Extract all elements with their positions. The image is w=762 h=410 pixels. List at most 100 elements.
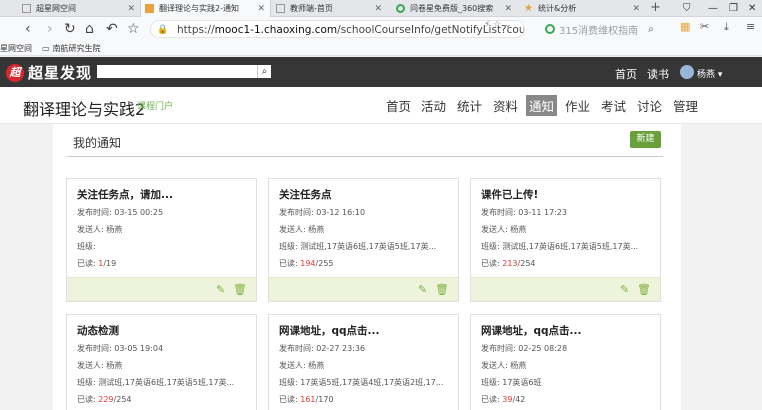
trash-icon[interactable]: 🗑 xyxy=(233,283,247,296)
page-icon xyxy=(276,4,285,13)
notice-time: 发布时间: 03-05 19:04 xyxy=(77,344,164,353)
notice-time: 发布时间: 03-11 17:23 xyxy=(481,208,568,217)
tab-homework[interactable]: 作业 xyxy=(565,96,590,115)
edit-icon[interactable]: ✎ xyxy=(418,283,427,296)
reload-icon[interactable]: ↻ xyxy=(64,21,76,37)
notice-card[interactable]: 关注任务点 发布时间: 03-12 16:10 发送人: 杨燕 班级: 测试班,… xyxy=(268,178,459,302)
notice-class: 班级: 测试班,17英语6班,17英语5班,17英... xyxy=(481,242,639,251)
site-header: 超 超星发现 ⌕ 首页 读书 杨燕 ▾ xyxy=(0,57,762,87)
notice-title[interactable]: 课件已上传! xyxy=(481,187,538,202)
tab-manage[interactable]: 管理 xyxy=(673,96,698,115)
tab-exam[interactable]: 考试 xyxy=(601,96,626,115)
notice-class: 班级: 测试班,17英语6班,17英语5班,17英... xyxy=(77,378,235,387)
notice-read: 已读: 194/255 xyxy=(279,259,334,268)
search-box[interactable]: 315消费维权指南 ⌕ xyxy=(545,20,670,38)
notice-title[interactable]: 网课地址，qq点击... xyxy=(279,323,380,338)
restore-icon[interactable]: ❐ xyxy=(729,0,738,17)
nav-reading[interactable]: 读书 xyxy=(647,66,669,82)
notice-card[interactable]: 动态检测 发布时间: 03-05 19:04 发送人: 杨燕 班级: 测试班,1… xyxy=(66,314,257,410)
notice-time: 发布时间: 02-25 08:28 xyxy=(481,344,568,353)
edit-icon[interactable]: ✎ xyxy=(620,283,629,296)
bookmark-item[interactable]: 南航研究生院 xyxy=(53,43,101,54)
card-footer: ✎ 🗑 xyxy=(269,277,458,301)
bookmark-item[interactable]: 星网空间 xyxy=(0,43,32,54)
notice-card[interactable]: 课件已上传! 发布时间: 03-11 17:23 发送人: 杨燕 班级: 测试班… xyxy=(470,178,661,302)
url-actions-icon[interactable]: ⚡ ☆ ⌄ xyxy=(484,20,512,30)
menu-icon[interactable]: ≡ xyxy=(746,20,755,33)
page-icon xyxy=(22,4,31,13)
notice-title[interactable]: 网课地址，qq点击... xyxy=(481,323,582,338)
close-window-icon[interactable]: ✕ xyxy=(748,0,756,17)
home-icon[interactable]: ⌂ xyxy=(85,21,94,37)
browser-tab-strip: 超星网空间 ✕ 翻译理论与实践2-通知 ✕ 教师端-首页 ✕ 问卷星免费版_36… xyxy=(0,0,762,17)
notice-class: 班级: 17英语5班,17英语4班,17英语2班,17... xyxy=(279,378,444,387)
browser-tab-2[interactable]: 翻译理论与实践2-通知 ✕ xyxy=(140,0,271,17)
lock-icon: 🔒 xyxy=(157,25,169,35)
close-icon[interactable]: ✕ xyxy=(127,4,135,14)
site-search-input[interactable] xyxy=(97,65,257,78)
browser-tab-3[interactable]: 教师端-首页 ✕ xyxy=(272,0,387,17)
notice-card[interactable]: 网课地址，qq点击... 发布时间: 02-25 08:28 发送人: 杨燕 班… xyxy=(470,314,661,410)
notice-read: 已读: 229/254 xyxy=(77,395,132,404)
notice-title[interactable]: 动态检测 xyxy=(77,323,119,338)
browser-tab-5[interactable]: ★ 统计&分析 ✕ xyxy=(520,0,645,17)
notice-time: 发布时间: 02-27 23:36 xyxy=(279,344,366,353)
close-icon[interactable]: ✕ xyxy=(257,4,265,14)
notice-card[interactable]: 关注任务点，请加... 发布时间: 03-15 00:25 发送人: 杨燕 班级… xyxy=(66,178,257,302)
notice-sender: 发送人: 杨燕 xyxy=(77,361,123,370)
logo-icon: 超 xyxy=(6,63,24,82)
search-icon[interactable]: ⌕ xyxy=(257,65,271,78)
tab-stats[interactable]: 统计 xyxy=(457,96,482,115)
nav-home[interactable]: 首页 xyxy=(615,66,637,82)
download-icon[interactable]: ⤓ xyxy=(724,20,729,34)
notice-class: 班级: 17英语6班 xyxy=(481,378,542,387)
close-icon[interactable]: ✕ xyxy=(632,4,640,14)
close-icon[interactable]: ✕ xyxy=(374,4,382,14)
card-footer: ✎ 🗑 xyxy=(67,277,256,301)
avatar[interactable] xyxy=(680,65,694,79)
trash-icon[interactable]: 🗑 xyxy=(435,283,449,296)
back-icon[interactable]: ‹ xyxy=(25,21,31,37)
notice-title[interactable]: 关注任务点 xyxy=(279,187,332,202)
tab-notices[interactable]: 通知 xyxy=(526,95,558,116)
notice-class: 班级: xyxy=(77,242,96,251)
forward-icon[interactable]: › xyxy=(47,21,53,37)
new-notice-button[interactable]: 新建 xyxy=(630,131,661,148)
browser-tab-4[interactable]: 问卷星免费版_360搜索 ✕ xyxy=(392,0,517,17)
trash-icon[interactable]: 🗑 xyxy=(637,283,651,296)
course-portal-link[interactable]: 课程门户 xyxy=(137,99,173,112)
divider xyxy=(67,156,663,157)
scissors-icon[interactable]: ✂ xyxy=(700,20,709,33)
minimize-icon[interactable]: — xyxy=(708,0,718,17)
notice-sender: 发送人: 杨燕 xyxy=(279,225,325,234)
search-icon[interactable]: ⌕ xyxy=(648,24,654,35)
bookmark-star-icon[interactable]: ☆ xyxy=(127,21,140,37)
notice-card[interactable]: 网课地址，qq点击... 发布时间: 02-27 23:36 发送人: 杨燕 班… xyxy=(268,314,459,410)
notice-read: 已读: 161/170 xyxy=(279,395,334,404)
tab-home[interactable]: 首页 xyxy=(386,96,411,115)
course-title[interactable]: 翻译理论与实践2 xyxy=(23,96,145,120)
shield-icon[interactable]: ⛉ xyxy=(683,0,691,17)
tab-materials[interactable]: 资料 xyxy=(493,96,518,115)
notice-read: 已读: 39/42 xyxy=(481,395,526,404)
url-input[interactable]: 🔒 https://mooc1-1.chaoxing.com/schoolCou… xyxy=(150,20,525,38)
new-tab-button[interactable]: + xyxy=(650,0,661,16)
folder-icon: ▭ xyxy=(42,43,50,53)
apps-icon[interactable]: ▦ xyxy=(680,20,690,33)
brand-logo[interactable]: 超 超星发现 xyxy=(6,62,92,83)
edit-icon[interactable]: ✎ xyxy=(216,283,225,296)
notice-sender: 发送人: 杨燕 xyxy=(481,361,527,370)
notice-sender: 发送人: 杨燕 xyxy=(481,225,527,234)
user-menu[interactable]: 杨燕 ▾ xyxy=(697,67,722,80)
card-footer: ✎ 🗑 xyxy=(471,277,660,301)
undo-icon[interactable]: ↶ xyxy=(106,21,118,37)
star-icon: ★ xyxy=(524,3,533,14)
search360-icon xyxy=(545,24,555,34)
notice-sender: 发送人: 杨燕 xyxy=(77,225,123,234)
tab-discussion[interactable]: 讨论 xyxy=(637,96,662,115)
page-icon xyxy=(145,4,154,13)
notice-title[interactable]: 关注任务点，请加... xyxy=(77,187,173,202)
close-icon[interactable]: ✕ xyxy=(504,4,512,14)
tab-activity[interactable]: 活动 xyxy=(421,96,446,115)
browser-tab-1[interactable]: 超星网空间 ✕ xyxy=(18,0,140,17)
